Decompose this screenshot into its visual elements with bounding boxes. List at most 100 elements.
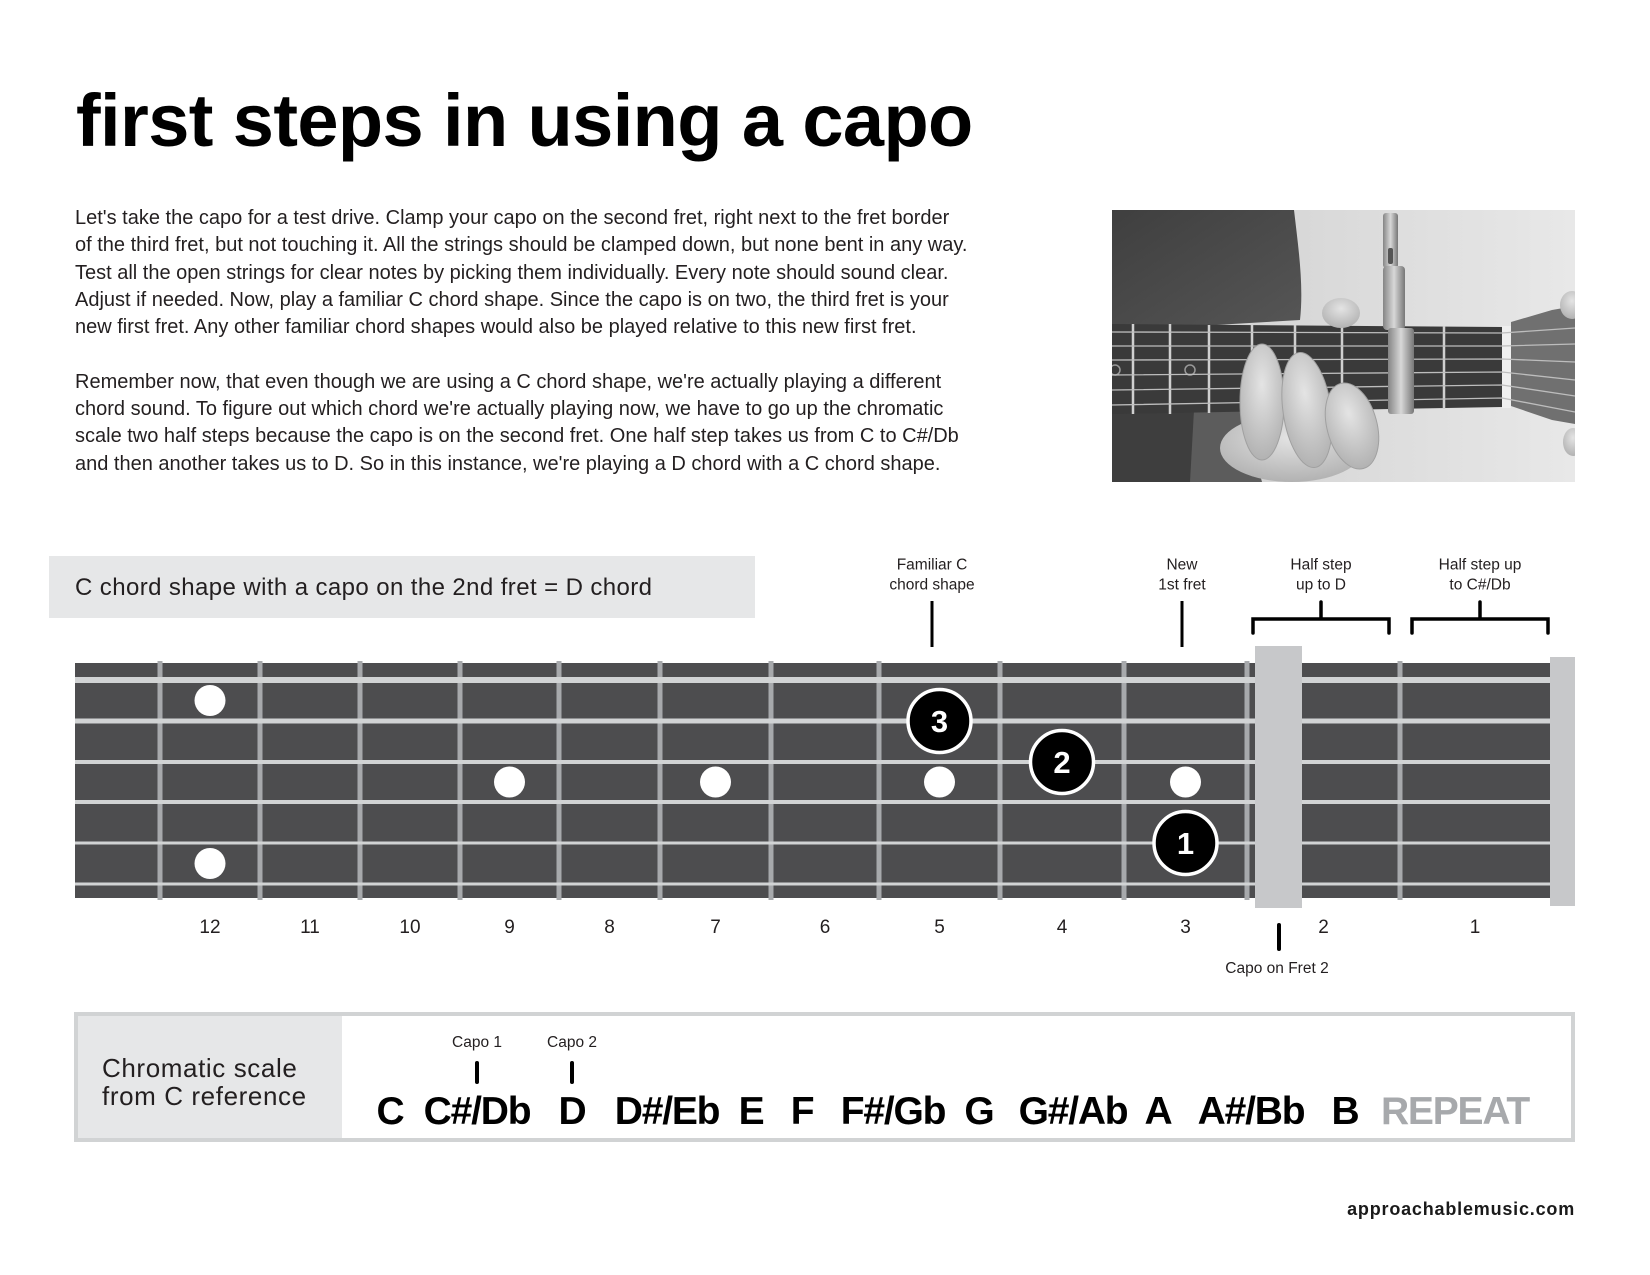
chromatic-note: D [558,1090,587,1133]
annotation-pointer-line [1180,601,1184,647]
chromatic-note: B [1331,1090,1360,1133]
chromatic-label-line: Chromatic scale [102,1053,298,1083]
annotation-pointer-line [930,601,934,647]
fret-wire [1121,661,1127,900]
finger-circle [1028,728,1096,796]
guitar-nut [1550,657,1575,906]
annotation-label-line: Half step up [1439,557,1522,574]
diagram-annotation: Half step up to D [1251,557,1391,635]
annotation-bracket [1251,600,1391,635]
fret-number-label: 9 [504,917,515,938]
intro-paragraph-line: Adjust if needed. Now, play a familiar C… [75,288,949,311]
intro-paragraph-line: Test all the open strings for clear note… [75,261,949,284]
chromatic-scale-label: Chromatic scale from C reference [102,1054,307,1110]
intro-paragraph-line: Remember now, that even though we are us… [75,370,942,393]
capo-marker-tick [475,1061,479,1084]
annotation-bracket [1410,600,1550,635]
intro-paragraph: Let's take the capo for a test drive. Cl… [75,205,1095,341]
fret-number-label: 12 [199,917,220,938]
fret-wire [357,661,363,900]
fret-wire [657,661,663,900]
fret-wire [876,661,882,900]
diagram-annotation: Familiar C chord shape [889,557,975,647]
annotation-label-line: to C#/Db [1449,577,1510,594]
annotation-label-line: Half step [1290,557,1351,574]
chromatic-repeat-label: REPEAT [1380,1090,1530,1133]
fret-number-label: 10 [399,917,420,938]
fret-inlay-dot [1170,766,1201,798]
finger-circle [1152,809,1219,877]
capo-bar [1255,646,1302,908]
page-title: first steps in using a capo [76,79,973,162]
fret-wire [768,661,774,900]
intro-paragraph-line: of the third fret, but not touching it. … [75,234,968,257]
guitar-string [75,677,1575,683]
chromatic-note: A#/Bb [1197,1090,1306,1133]
intro-paragraph-line: scale two half steps because the capo is… [75,425,959,448]
annotation-label-line: Familiar C [897,557,968,574]
guitar-string [75,760,1575,764]
diagram-annotation: Half step up to C#/Db [1410,557,1550,635]
capo-pointer-tick [1277,923,1281,951]
annotation-label-line: 1st fret [1158,577,1206,594]
fret-number-label: 5 [934,917,945,938]
finger-marker: 2 [1028,728,1096,796]
fret-number-label: 3 [1180,917,1191,938]
guitar-string [75,718,1575,724]
chromatic-note: C#/Db [423,1090,532,1133]
finger-marker: 3 [906,687,973,755]
guitar-string [75,800,1575,804]
intro-text: Let's take the capo for a test drive. Cl… [75,205,1095,478]
guitar-string [75,841,1575,845]
chromatic-note: F#/Gb [840,1090,947,1133]
annotation-label-line: New [1166,557,1198,574]
photo-illustration [1112,210,1575,482]
finger-number: 1 [1177,826,1194,861]
diagram-annotation: New 1st fret [1158,557,1206,647]
chromatic-label-line: from C reference [102,1081,307,1111]
fret-wire [457,661,463,900]
chromatic-note: D#/Eb [614,1090,721,1133]
fret-wire [1244,661,1250,900]
chromatic-note: A [1144,1090,1173,1133]
intro-paragraph-line: Let's take the capo for a test drive. Cl… [75,207,950,229]
fret-wire [157,661,163,900]
fret-inlay-dot [494,766,525,798]
fret-number-label: 1 [1470,917,1481,938]
fret-number-label: 8 [604,917,615,938]
fret-number-label: 2 [1318,917,1329,938]
fret-inlay-dot [924,766,955,798]
capo-marker-label: Capo 2 [547,1034,597,1051]
fret-inlay-dot [700,766,731,798]
intro-paragraph-line: chord sound. To figure out which chord w… [75,398,944,421]
guitar-string [75,882,1575,886]
chromatic-note: G#/Ab [1018,1090,1129,1133]
fret-number-label: 6 [820,917,831,938]
fret-wire [556,661,562,900]
fret-inlay-dot [194,685,226,716]
chromatic-note: G [964,1090,994,1133]
finger-circle [906,687,973,755]
capo-marker-tick [570,1061,574,1084]
capo-position-label: Capo on Fret 2 [1225,960,1328,977]
fret-wire [257,661,263,900]
annotation-label-line: chord shape [889,577,974,594]
annotation-label-line: up to D [1296,577,1346,594]
fretboard-body [75,663,1575,898]
fret-wire [1397,661,1403,900]
fret-number-label: 4 [1057,917,1068,938]
footer-site-link[interactable]: approachablemusic.com [1347,1200,1575,1218]
chromatic-note: E [738,1090,765,1133]
fret-number-label: 11 [300,917,320,938]
finger-marker: 1 [1152,809,1219,877]
diagram-banner-title: C chord shape with a capo on the 2nd fre… [75,574,653,601]
finger-number: 3 [931,704,948,739]
intro-paragraph: Remember now, that even though we are us… [75,369,1095,478]
chromatic-note: F [790,1090,815,1133]
intro-paragraph-line: and then another takes us to D. So in th… [75,452,941,475]
fret-inlay-dot [194,848,226,879]
fret-number-label: 7 [710,917,721,938]
chromatic-note: C [376,1090,405,1133]
finger-number: 2 [1053,745,1070,780]
capo-marker-label: Capo 1 [452,1034,502,1051]
